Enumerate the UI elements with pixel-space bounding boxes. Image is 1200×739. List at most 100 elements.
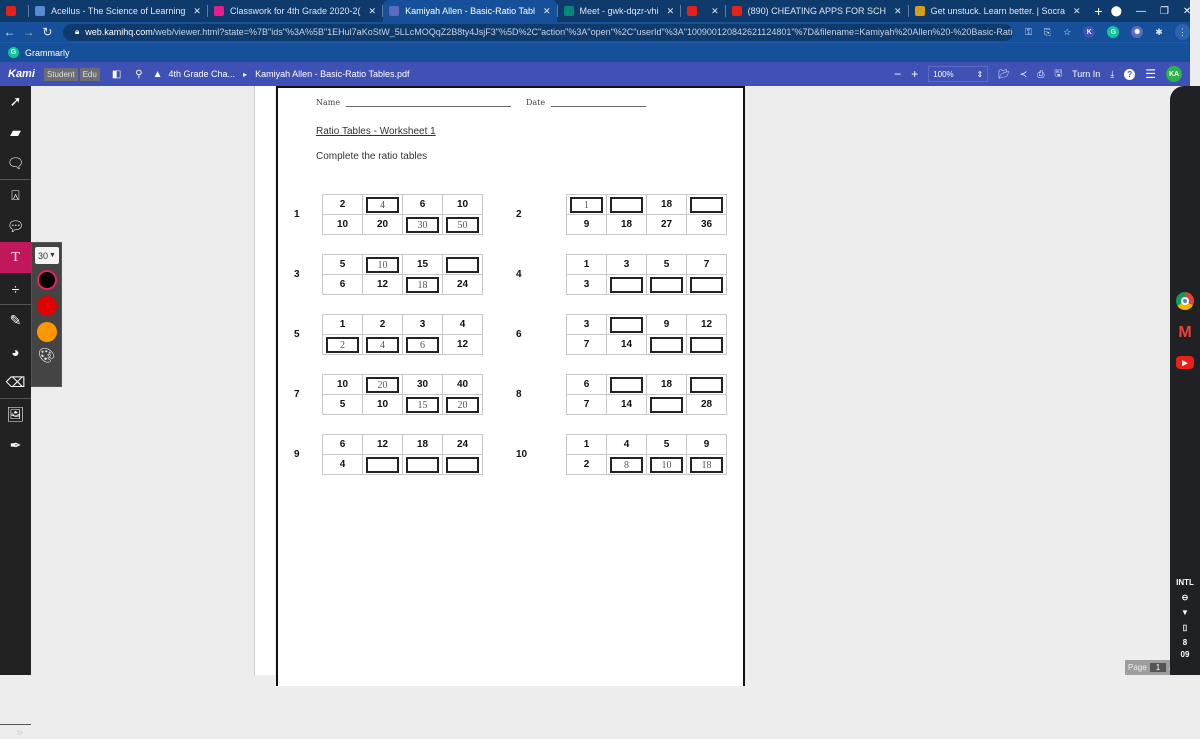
minimize-button[interactable]: —: [1136, 6, 1146, 17]
help-icon[interactable]: ?: [1124, 68, 1136, 80]
highlight-tool-icon[interactable]: ⍓: [0, 180, 31, 211]
bookmark-grammarly[interactable]: Grammarly: [25, 48, 70, 58]
new-tab-button[interactable]: +: [1087, 3, 1111, 19]
dictionary-tool-icon[interactable]: ▰: [0, 117, 31, 148]
tab-close-icon[interactable]: ✕: [543, 6, 551, 17]
text-tool-icon[interactable]: T: [0, 242, 31, 273]
extensions-puzzle-icon[interactable]: ✱: [1155, 27, 1163, 38]
signature-tool-icon[interactable]: ✒: [0, 430, 31, 461]
answer-box[interactable]: [610, 277, 643, 293]
answer-box[interactable]: 18: [406, 277, 439, 293]
install-icon[interactable]: ⎘: [1044, 27, 1051, 38]
share-icon[interactable]: ≺: [1020, 69, 1028, 80]
restore-button[interactable]: ❐: [1160, 6, 1169, 17]
chrome-app-icon[interactable]: [1176, 292, 1194, 310]
menu-icon[interactable]: ☰: [1145, 67, 1156, 81]
zoom-level-select[interactable]: 100% ⇕: [928, 66, 989, 82]
tab-close-icon[interactable]: ✕: [1073, 6, 1081, 17]
browser-tab[interactable]: Meet - gwk-dqzr-vhi ✕: [558, 0, 681, 22]
answer-box[interactable]: [650, 397, 683, 413]
tab-close-icon[interactable]: ✕: [193, 6, 201, 17]
extension-icon[interactable]: ✺: [1131, 26, 1144, 38]
answer-box[interactable]: [690, 377, 723, 393]
bookmark-star-icon[interactable]: ☆: [1063, 27, 1071, 38]
answer-box[interactable]: [406, 457, 439, 473]
expand-toolbar-button[interactable]: »: [0, 724, 31, 739]
answer-box[interactable]: 18: [690, 457, 723, 473]
download-icon[interactable]: ⤓: [1110, 69, 1114, 80]
browser-tab[interactable]: ✕: [681, 0, 725, 22]
browser-tab[interactable]: Acellus - The Science of Learning ✕: [29, 0, 207, 22]
answer-box[interactable]: [690, 197, 723, 213]
tab-close-icon[interactable]: ✕: [711, 6, 719, 17]
tab-close-icon[interactable]: ✕: [667, 6, 675, 17]
sidebar-toggle-icon[interactable]: ◧: [112, 69, 121, 80]
answer-box[interactable]: [610, 197, 643, 213]
browser-tab[interactable]: Kamiyah Allen - Basic-Ratio Tabl ✕: [383, 0, 557, 22]
answer-box[interactable]: 2: [326, 337, 359, 353]
color-swatch-red[interactable]: [36, 296, 57, 316]
breadcrumb-folder[interactable]: 4th Grade Cha...: [169, 69, 236, 79]
youtube-app-icon[interactable]: ▶: [1176, 356, 1194, 369]
search-icon[interactable]: ⚲: [135, 69, 142, 80]
back-button[interactable]: ←: [0, 25, 19, 39]
answer-box[interactable]: 4: [366, 197, 399, 213]
comment-tool-icon[interactable]: 💬︎: [0, 211, 31, 242]
answer-box[interactable]: [610, 317, 643, 333]
color-swatch-black[interactable]: [36, 270, 57, 290]
reload-button[interactable]: ↻: [38, 25, 57, 39]
answer-box[interactable]: 6: [406, 337, 439, 353]
answer-box[interactable]: 20: [366, 377, 399, 393]
read-aloud-tool-icon[interactable]: 🗨︎: [0, 148, 31, 179]
tab-close-icon[interactable]: ✕: [894, 6, 902, 17]
answer-box[interactable]: [650, 277, 683, 293]
forward-button[interactable]: →: [19, 25, 38, 39]
print-icon[interactable]: ⎙: [1037, 69, 1044, 80]
name-line[interactable]: [346, 98, 512, 107]
color-swatch-orange[interactable]: [36, 322, 57, 342]
answer-box[interactable]: 8: [610, 457, 643, 473]
answer-box[interactable]: 4: [366, 337, 399, 353]
answer-box[interactable]: 10: [650, 457, 683, 473]
browser-tab[interactable]: Get unstuck. Learn better. | Socra ✕: [909, 0, 1087, 22]
extension-icon[interactable]: K: [1083, 26, 1096, 38]
date-line[interactable]: [551, 98, 647, 107]
user-avatar[interactable]: KA: [1166, 66, 1182, 82]
answer-box[interactable]: 20: [446, 397, 479, 413]
answer-box[interactable]: [446, 457, 479, 473]
eraser-tool-icon[interactable]: ⌫: [0, 367, 31, 398]
answer-box[interactable]: [366, 457, 399, 473]
page-number-input[interactable]: 1: [1149, 663, 1167, 672]
open-folder-icon[interactable]: 📂︎: [998, 69, 1009, 80]
answer-box[interactable]: [610, 377, 643, 393]
tab-close-icon[interactable]: ✕: [369, 6, 377, 17]
answer-box[interactable]: [690, 277, 723, 293]
answer-box[interactable]: 1: [570, 197, 603, 213]
palette-icon[interactable]: 🎨︎: [32, 347, 61, 364]
profile-icon[interactable]: ⬤: [1111, 6, 1122, 17]
answer-box[interactable]: [690, 337, 723, 353]
shapes-tool-icon[interactable]: ◕: [0, 336, 31, 367]
select-tool-icon[interactable]: ➚: [0, 86, 31, 117]
answer-box[interactable]: 50: [446, 217, 479, 233]
answer-box[interactable]: [650, 337, 683, 353]
drawing-tool-icon[interactable]: ✎: [0, 305, 31, 336]
browser-tab[interactable]: [0, 0, 28, 22]
key-icon[interactable]: ⚿: [1025, 27, 1032, 38]
browser-tab[interactable]: (890) CHEATING APPS FOR SCH ✕: [726, 0, 908, 22]
answer-box[interactable]: 15: [406, 397, 439, 413]
answer-box[interactable]: 10: [366, 257, 399, 273]
save-icon[interactable]: 🖫︎: [1054, 66, 1062, 82]
gmail-app-icon[interactable]: M: [1176, 324, 1194, 342]
font-size-select[interactable]: 30 ▼: [35, 247, 59, 264]
zoom-in-button[interactable]: +: [911, 67, 918, 81]
answer-box[interactable]: [446, 257, 479, 273]
equation-tool-icon[interactable]: ÷: [0, 273, 31, 304]
add-image-tool-icon[interactable]: 🖼︎: [0, 399, 31, 430]
system-status-area[interactable]: INTL ⊖ ▼ ▯ 8 09: [1170, 575, 1200, 660]
close-window-button[interactable]: ✕: [1183, 6, 1191, 17]
browser-menu-icon[interactable]: ⋮: [1174, 24, 1190, 40]
url-input[interactable]: 🔒︎ web.kamihq.com /web/viewer.html?state…: [62, 23, 1014, 41]
zoom-out-button[interactable]: −: [894, 67, 901, 81]
extension-icon[interactable]: G: [1107, 26, 1120, 38]
